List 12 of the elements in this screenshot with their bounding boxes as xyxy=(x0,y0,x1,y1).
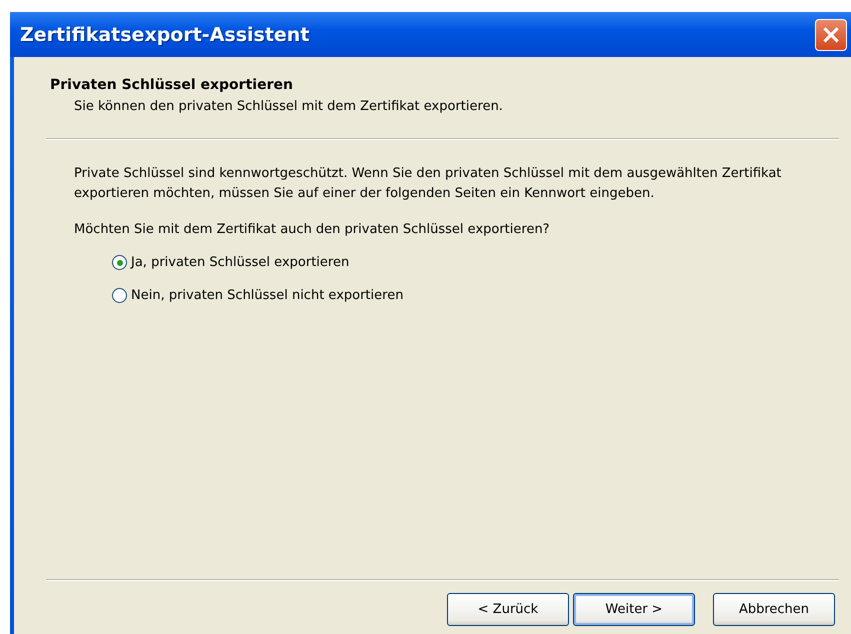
page-title: Privaten Schlüssel exportieren xyxy=(50,77,294,93)
dialog-button[interactable]: Weiter > xyxy=(573,593,695,626)
radio-button[interactable] xyxy=(112,288,127,303)
radio-option[interactable]: Nein, privaten Schlüssel nicht exportieren xyxy=(112,288,811,303)
dialog-button[interactable]: Abbrechen xyxy=(713,593,835,626)
window-title: Zertifikatsexport-Assistent xyxy=(20,24,310,46)
description-text: Private Schlüssel sind kennwortgeschützt. Wenn Sie den privaten Schlüssel mit dem ausgewählten Zertifikat exportieren möchten, müssen Sie auf einer der folgenden Seiten ein Kennwort eingeben. xyxy=(74,165,782,203)
radio-option[interactable]: Ja, privaten Schlüssel exportieren xyxy=(112,255,811,270)
radio-button[interactable] xyxy=(112,255,127,270)
question-text: Möchten Sie mit dem Zertifikat auch den privaten Schlüssel exportieren? xyxy=(74,222,551,237)
dialog-button[interactable]: < Zurück xyxy=(447,593,569,626)
page-subtitle: Sie können den privaten Schlüssel mit dem Zertifikat exportieren. xyxy=(73,98,504,114)
